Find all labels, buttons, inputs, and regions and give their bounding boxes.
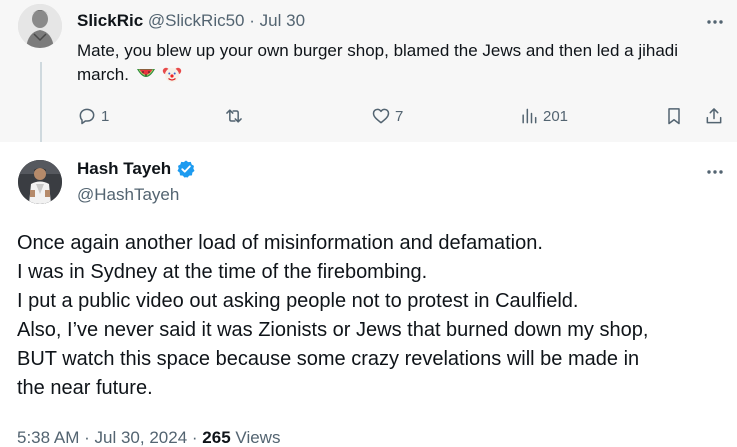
tweet-views-label: Views bbox=[235, 428, 281, 447]
separator-dot: · bbox=[249, 11, 255, 30]
tweet-views-count[interactable]: 265 bbox=[202, 428, 230, 447]
share-upload-icon bbox=[706, 108, 722, 124]
statue-avatar-image bbox=[18, 4, 62, 48]
verified-badge-icon[interactable] bbox=[176, 159, 196, 179]
reply-tweet[interactable]: SlickRic @SlickRic50 · Jul 30 Mate, you … bbox=[0, 0, 737, 142]
reply-action-bar: 1 7 201 bbox=[77, 104, 727, 128]
clown-face-emoji-icon bbox=[163, 67, 182, 82]
repost-button[interactable] bbox=[223, 104, 249, 128]
main-handle[interactable]: @HashTayeh bbox=[77, 184, 179, 206]
tweet-time[interactable]: 5:38 AM bbox=[17, 428, 79, 447]
bookmark-icon bbox=[668, 108, 680, 125]
heart-icon bbox=[372, 108, 390, 124]
watermelon-emoji-icon bbox=[136, 69, 155, 77]
repost-arrows-icon bbox=[226, 109, 242, 123]
reply-comment-button[interactable]: 1 bbox=[77, 104, 109, 128]
profile-photo-image bbox=[18, 160, 62, 204]
tweet-line: the near future. bbox=[17, 377, 153, 399]
like-button[interactable]: 7 bbox=[371, 104, 403, 128]
main-more-button[interactable] bbox=[704, 162, 726, 182]
main-avatar[interactable] bbox=[18, 160, 62, 204]
views-button[interactable]: 201 bbox=[519, 104, 568, 128]
main-tweet-text: Once again another load of misinformatio… bbox=[17, 229, 727, 403]
main-name-row: Hash Tayeh bbox=[77, 158, 196, 180]
separator-dot: · bbox=[191, 428, 198, 447]
reply-more-button[interactable] bbox=[704, 12, 726, 32]
reply-count: 1 bbox=[101, 107, 110, 125]
tweet-line: BUT watch this space because some crazy … bbox=[17, 348, 640, 370]
main-display-name[interactable]: Hash Tayeh bbox=[77, 158, 171, 180]
tweet-line: I put a public video out asking people n… bbox=[17, 290, 579, 312]
comment-bubble-icon bbox=[79, 108, 95, 125]
share-button[interactable] bbox=[704, 104, 724, 128]
reply-handle[interactable]: @SlickRic50 bbox=[148, 11, 245, 30]
tweet-meta: 5:38 AM · Jul 30, 2024 · 265 Views bbox=[17, 427, 280, 447]
separator-dot: · bbox=[84, 428, 90, 447]
tweet-line: Once again another load of misinformatio… bbox=[17, 232, 543, 254]
analytics-bars-icon bbox=[522, 108, 537, 124]
more-dots-icon bbox=[707, 170, 723, 174]
reply-avatar[interactable] bbox=[18, 4, 62, 48]
tweet-line: I was in Sydney at the time of the fireb… bbox=[17, 261, 428, 283]
reply-header: SlickRic @SlickRic50 · Jul 30 bbox=[77, 10, 305, 32]
thread-connector-line bbox=[40, 62, 42, 142]
reply-date[interactable]: Jul 30 bbox=[260, 11, 305, 30]
like-count: 7 bbox=[395, 107, 404, 125]
tweet-date[interactable]: Jul 30, 2024 bbox=[95, 428, 188, 447]
reply-display-name[interactable]: SlickRic bbox=[77, 11, 143, 30]
bookmark-button[interactable] bbox=[664, 104, 684, 128]
reply-text: Mate, you blew up your own burger shop, … bbox=[77, 39, 717, 87]
more-dots-icon bbox=[707, 20, 723, 24]
views-count: 201 bbox=[543, 107, 569, 125]
tweet-line: Also, I’ve never said it was Zionists or… bbox=[17, 319, 649, 341]
